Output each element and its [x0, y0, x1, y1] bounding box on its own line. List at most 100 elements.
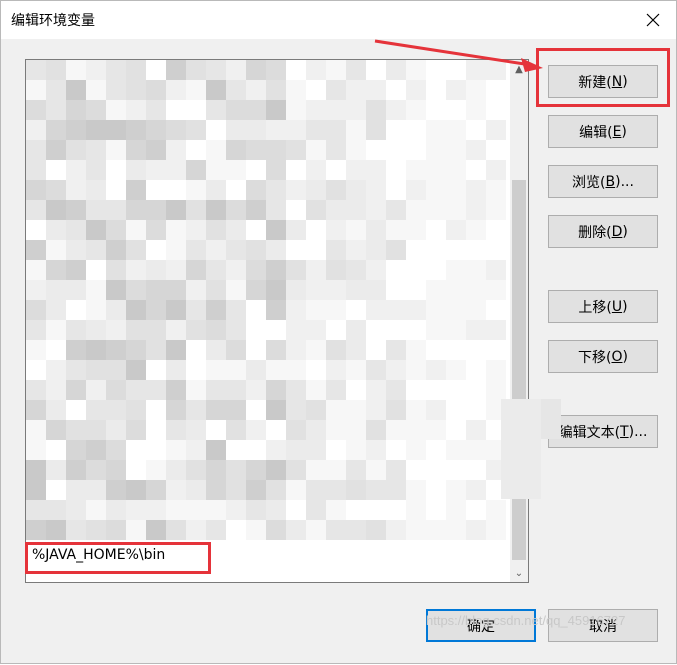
mosaic-cell: [186, 380, 206, 400]
mosaic-cell: [466, 380, 486, 400]
mosaic-cell: [66, 220, 86, 240]
mosaic-cell: [466, 60, 486, 80]
mosaic-cell: [386, 400, 406, 420]
mosaic-cell: [446, 60, 466, 80]
mosaic-cell: [426, 360, 446, 380]
mosaic-cell: [286, 440, 306, 460]
mosaic-cell: [326, 280, 346, 300]
mosaic-cell: [26, 280, 46, 300]
mosaic-cell: [366, 340, 386, 360]
close-button[interactable]: [630, 1, 676, 39]
mosaic-cell: [106, 480, 126, 500]
mosaic-cell: [206, 420, 226, 440]
mosaic-cell: [126, 220, 146, 240]
path-list[interactable]: %JAVA_HOME%\bin ▲ ⌄: [25, 59, 529, 583]
mosaic-cell: [346, 80, 366, 100]
mosaic-cell: [466, 480, 486, 500]
mosaic-cell: [86, 420, 106, 440]
mosaic-cell: [426, 140, 446, 160]
mosaic-cell: [26, 160, 46, 180]
mosaic-cell: [46, 60, 66, 80]
vertical-scrollbar[interactable]: ▲ ⌄: [510, 60, 528, 582]
mosaic-cell: [446, 520, 466, 540]
mosaic-cell: [226, 420, 246, 440]
mosaic-cell: [186, 220, 206, 240]
mosaic-cell: [226, 440, 246, 460]
mosaic-cell: [306, 300, 326, 320]
mosaic-cell: [286, 140, 306, 160]
mosaic-cell: [446, 360, 466, 380]
mosaic-cell: [106, 520, 126, 540]
close-icon: [646, 13, 660, 27]
mosaic-cell: [106, 400, 126, 420]
mosaic-cell: [26, 100, 46, 120]
mosaic-cell: [226, 180, 246, 200]
mosaic-cell: [186, 100, 206, 120]
mosaic-cell: [266, 140, 286, 160]
mosaic-cell: [266, 320, 286, 340]
mosaic-cell: [366, 500, 386, 520]
mosaic-cell: [226, 320, 246, 340]
mosaic-cell: [426, 460, 446, 480]
mosaic-cell: [166, 320, 186, 340]
mosaic-cell: [366, 180, 386, 200]
mosaic-cell: [66, 500, 86, 520]
scroll-thumb[interactable]: [512, 180, 526, 560]
mosaic-cell: [266, 380, 286, 400]
mosaic-cell: [306, 120, 326, 140]
mosaic-cell: [106, 220, 126, 240]
mosaic-cell: [346, 380, 366, 400]
mosaic-cell: [66, 460, 86, 480]
mosaic-cell: [266, 440, 286, 460]
mosaic-cell: [106, 80, 126, 100]
mosaic-cell: [266, 160, 286, 180]
mosaic-cell: [186, 340, 206, 360]
mosaic-cell: [226, 480, 246, 500]
mosaic-cell: [306, 280, 326, 300]
mosaic-cell: [266, 80, 286, 100]
mosaic-cell: [146, 360, 166, 380]
mosaic-cell: [346, 360, 366, 380]
mosaic-cell: [266, 180, 286, 200]
mosaic-cell: [46, 360, 66, 380]
browse-button[interactable]: 浏览(B)...: [548, 165, 658, 198]
mosaic-cell: [266, 100, 286, 120]
mosaic-cell: [286, 300, 306, 320]
mosaic-cell: [346, 520, 366, 540]
mosaic-cell: [486, 340, 506, 360]
mosaic-cell: [326, 420, 346, 440]
mosaic-cell: [466, 320, 486, 340]
mosaic-cell: [486, 220, 506, 240]
edit-text-button[interactable]: 编辑文本(T)...: [548, 415, 658, 448]
mosaic-cell: [246, 460, 266, 480]
mosaic-cell: [346, 220, 366, 240]
mosaic-cell: [406, 420, 426, 440]
mosaic-cell: [226, 460, 246, 480]
mosaic-cell: [486, 160, 506, 180]
mosaic-cell: [226, 100, 246, 120]
mosaic-cell: [46, 500, 66, 520]
mosaic-cell: [366, 80, 386, 100]
move-up-button[interactable]: 上移(U): [548, 290, 658, 323]
mosaic-cell: [266, 480, 286, 500]
mosaic-cell: [26, 180, 46, 200]
delete-button[interactable]: 删除(D): [548, 215, 658, 248]
mosaic-cell: [306, 400, 326, 420]
mosaic-cell: [426, 480, 446, 500]
scroll-down-icon[interactable]: ⌄: [510, 564, 528, 582]
mosaic-cell: [46, 340, 66, 360]
mosaic-cell: [26, 440, 46, 460]
mosaic-cell: [46, 220, 66, 240]
scroll-up-icon[interactable]: ▲: [510, 60, 528, 78]
mosaic-cell: [346, 260, 366, 280]
blurred-entries: [26, 60, 506, 540]
move-down-button[interactable]: 下移(O): [548, 340, 658, 373]
mosaic-cell: [166, 120, 186, 140]
mosaic-cell: [86, 460, 106, 480]
edit-button[interactable]: 编辑(E): [548, 115, 658, 148]
mosaic-cell: [386, 200, 406, 220]
mosaic-cell: [426, 220, 446, 240]
mosaic-cell: [206, 320, 226, 340]
mosaic-cell: [286, 160, 306, 180]
mosaic-cell: [266, 340, 286, 360]
